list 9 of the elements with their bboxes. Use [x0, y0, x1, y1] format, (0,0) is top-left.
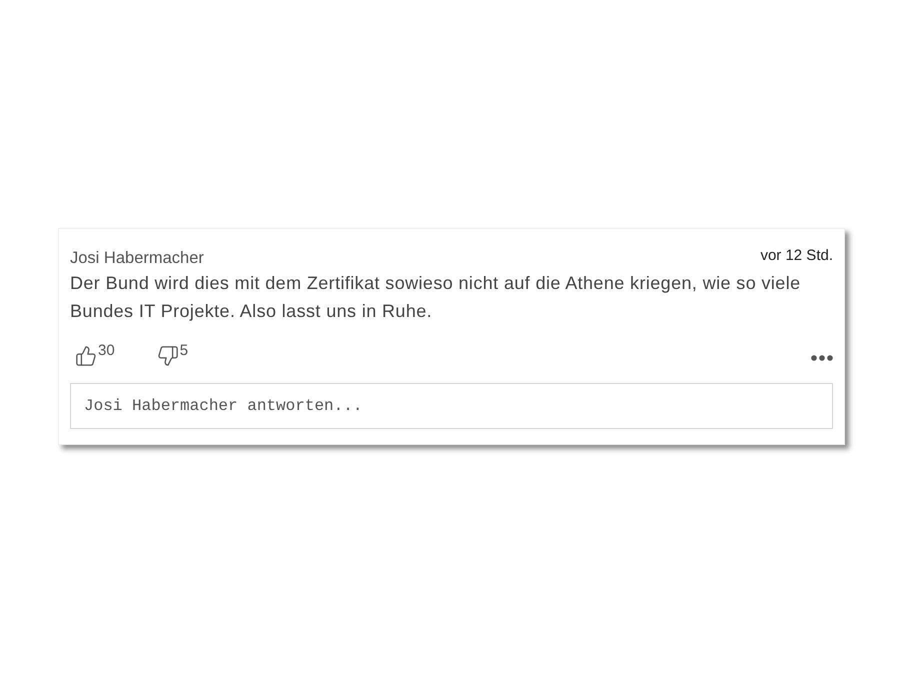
ellipsis-icon — [811, 355, 833, 361]
thumbs-down-icon — [156, 345, 179, 367]
dislike-button[interactable]: 5 — [156, 345, 188, 367]
like-button[interactable]: 30 — [75, 345, 115, 367]
author-name: Josi Habermacher — [70, 248, 204, 269]
timestamp: vor 12 Std. — [760, 246, 833, 265]
thumbs-up-icon — [75, 345, 97, 367]
reply-field[interactable]: Josi Habermacher antworten... — [70, 383, 833, 429]
comment-text: Der Bund wird dies mit dem Zertifikat sowieso nicht auf die Athene kriegen, wie so viele Bundes IT Projekte. Also lasst uns in Ruhe. — [70, 272, 802, 323]
